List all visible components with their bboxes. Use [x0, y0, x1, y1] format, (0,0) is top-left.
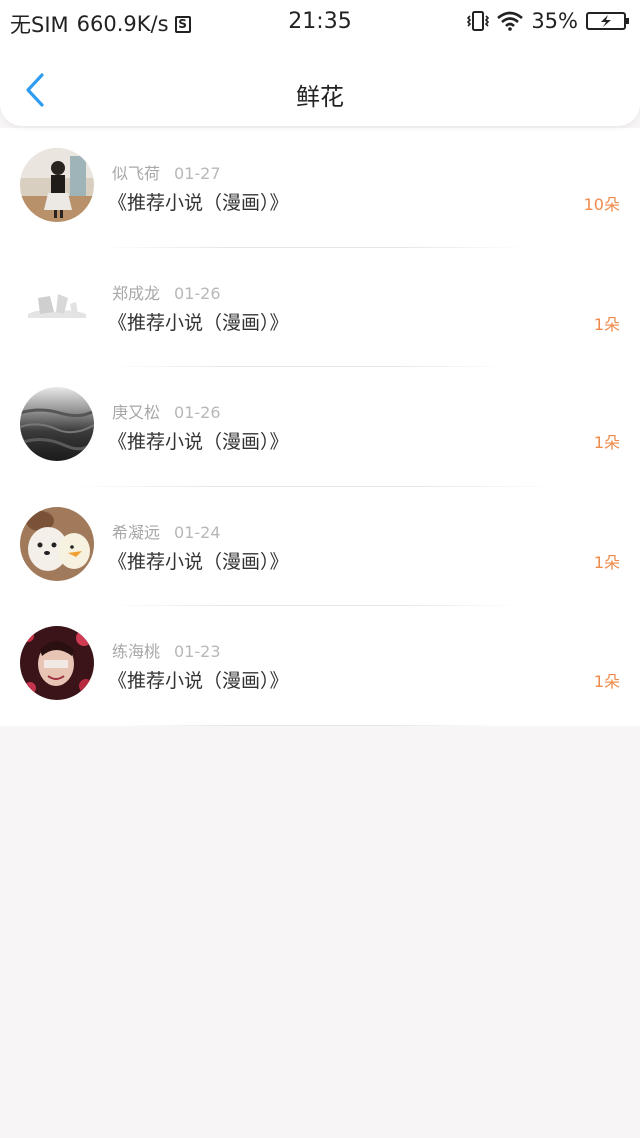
- header: 无SIM 660.9K/s S 21:35 35% 鲜花: [0, 0, 640, 126]
- avatar[interactable]: [20, 148, 94, 222]
- avatar[interactable]: [20, 267, 94, 342]
- list-item[interactable]: 练海桃 01-23 《推荐小说（漫画）》 1朵: [0, 606, 640, 726]
- user-name: 似飞荷: [112, 164, 161, 183]
- item-meta: 庚又松 01-26: [112, 399, 221, 423]
- flower-count: 1朵: [593, 433, 620, 453]
- avatar[interactable]: [20, 506, 94, 581]
- vibrate-icon: [467, 11, 490, 31]
- battery-percent: 35%: [531, 9, 578, 33]
- item-date: 01-23: [174, 642, 221, 662]
- list-item[interactable]: 庚又松 01-26 《推荐小说（漫画）》 1朵: [0, 367, 640, 487]
- status-right: 35%: [459, 9, 630, 33]
- list-item[interactable]: 郑成龙 01-26 《推荐小说（漫画）》 1朵: [0, 248, 640, 368]
- page-title: 鲜花: [296, 83, 344, 111]
- user-name: 练海桃: [112, 642, 161, 662]
- list-item[interactable]: 希凝远 01-24 《推荐小说（漫画）》 1朵: [0, 487, 640, 607]
- battery-icon: [586, 12, 629, 30]
- book-title[interactable]: 《推荐小说（漫画）》: [108, 308, 289, 335]
- item-meta: 似飞荷 01-27: [112, 160, 221, 184]
- avatar[interactable]: [20, 626, 94, 701]
- item-meta: 练海桃 01-23: [112, 638, 221, 662]
- flower-count: 1朵: [593, 672, 620, 692]
- nav-bar: 鲜花: [0, 60, 640, 120]
- item-date: 01-24: [174, 522, 221, 542]
- user-name: 郑成龙: [112, 283, 161, 303]
- item-meta: 希凝远 01-24: [112, 519, 221, 543]
- item-date: 01-26: [174, 403, 221, 423]
- wifi-icon: [497, 11, 524, 31]
- gift-list: 似飞荷 01-27 《推荐小说（漫画）》 10朵 郑成龙 01-26 《推荐小说（漫…: [0, 128, 640, 726]
- book-title[interactable]: 《推荐小说（漫画）》: [108, 666, 289, 693]
- book-title[interactable]: 《推荐小说（漫画）》: [108, 427, 289, 454]
- item-date: 01-26: [174, 283, 221, 303]
- user-name: 希凝远: [112, 522, 161, 542]
- book-title[interactable]: 《推荐小说（漫画）》: [108, 188, 289, 215]
- avatar[interactable]: [20, 387, 94, 462]
- list-item[interactable]: 似飞荷 01-27 《推荐小说（漫画）》 10朵: [0, 128, 640, 248]
- divider: [120, 724, 500, 726]
- user-name: 庚又松: [112, 403, 161, 423]
- book-title[interactable]: 《推荐小说（漫画）》: [108, 547, 289, 574]
- flower-count: 1朵: [593, 314, 620, 334]
- status-bar: 无SIM 660.9K/s S 21:35 35%: [0, 0, 640, 44]
- item-meta: 郑成龙 01-26: [112, 280, 221, 304]
- flower-count: 1朵: [593, 552, 620, 572]
- item-date: 01-27: [174, 164, 221, 183]
- flower-count: 10朵: [583, 195, 620, 214]
